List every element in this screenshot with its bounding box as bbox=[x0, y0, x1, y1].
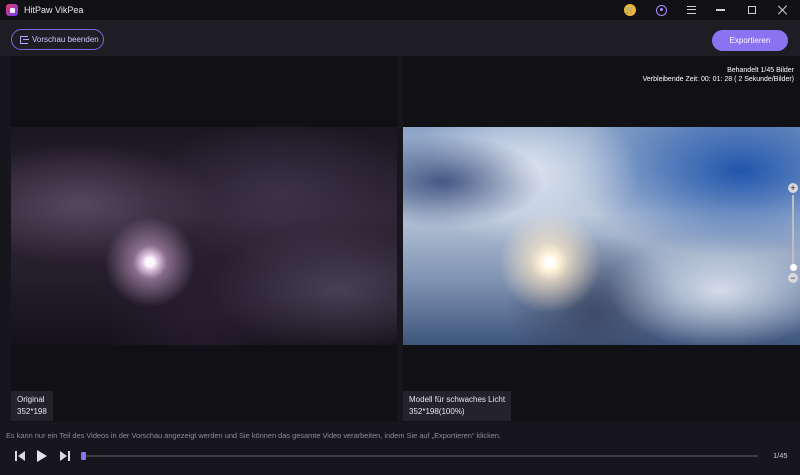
original-name: Original bbox=[17, 395, 45, 404]
close-icon[interactable] bbox=[778, 5, 788, 15]
enhanced-resolution: 352*198(100%) bbox=[409, 407, 465, 416]
timeline-track[interactable] bbox=[81, 452, 758, 460]
zoom-in-icon[interactable]: + bbox=[788, 183, 798, 193]
timeline-handle[interactable] bbox=[81, 452, 86, 460]
original-preview-image bbox=[11, 127, 397, 345]
zoom-control: + − bbox=[788, 183, 798, 283]
original-info-label: Original 352*198 bbox=[11, 391, 53, 421]
player-controls: 1/45 bbox=[0, 446, 800, 466]
frame-counter: 1/45 bbox=[773, 451, 788, 460]
play-icon[interactable] bbox=[37, 450, 47, 462]
processed-count: Behandelt 1/45 Bilder bbox=[727, 67, 794, 74]
title-bar: HitPaw VikPea 🛒 bbox=[0, 0, 800, 20]
app-title: HitPaw VikPea bbox=[24, 5, 84, 15]
export-button[interactable]: Exportieren bbox=[712, 30, 788, 51]
original-preview-panel: Original 352*198 bbox=[11, 56, 397, 422]
end-preview-button[interactable]: Vorschau beenden bbox=[11, 29, 104, 50]
shopping-cart-icon[interactable]: 🛒 bbox=[624, 4, 636, 16]
original-resolution: 352*198 bbox=[17, 407, 47, 416]
processing-status: Behandelt 1/45 Bilder Verbleibende Zeit:… bbox=[643, 66, 794, 84]
zoom-slider-handle[interactable] bbox=[789, 264, 797, 271]
end-preview-label: Vorschau beenden bbox=[32, 35, 99, 44]
remaining-time: Verbleibende Zeit: 00: 01: 28 ( 2 Sekund… bbox=[642, 76, 794, 83]
user-account-icon[interactable] bbox=[656, 4, 667, 16]
preview-notice: Es kann nur ein Teil des Videos in der V… bbox=[6, 431, 502, 440]
zoom-out-icon[interactable]: − bbox=[788, 273, 798, 283]
enhanced-preview-panel: Behandelt 1/45 Bilder Verbleibende Zeit:… bbox=[403, 56, 800, 422]
toolbar: Vorschau beenden Exportieren bbox=[0, 20, 800, 56]
enhanced-info-label: Modell für schwaches Licht 352*198(100%) bbox=[403, 391, 512, 421]
next-frame-icon[interactable] bbox=[60, 451, 71, 461]
zoom-slider-track[interactable] bbox=[792, 195, 794, 271]
app-logo-icon bbox=[6, 4, 18, 16]
menu-icon[interactable] bbox=[687, 6, 696, 14]
window-controls: 🛒 bbox=[624, 0, 800, 20]
model-name: Modell für schwaches Licht bbox=[409, 395, 506, 404]
exit-icon bbox=[20, 35, 29, 44]
maximize-icon[interactable] bbox=[748, 6, 756, 14]
enhanced-preview-image bbox=[403, 127, 800, 345]
previous-frame-icon[interactable] bbox=[15, 451, 26, 461]
minimize-icon[interactable] bbox=[716, 9, 725, 11]
